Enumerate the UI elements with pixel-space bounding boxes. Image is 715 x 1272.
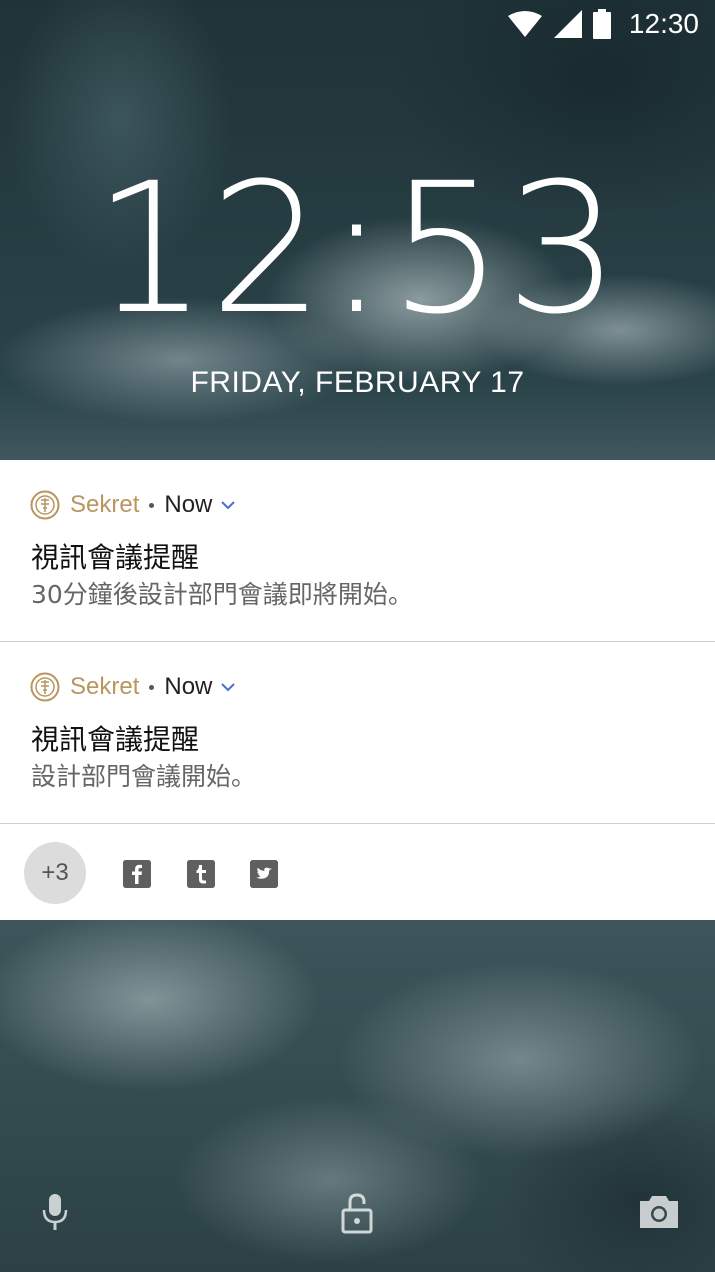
notification-time: Now xyxy=(164,673,213,700)
overflow-count-badge[interactable]: +3 xyxy=(24,842,86,904)
lock-date: FRIDAY, FEBRUARY 17 xyxy=(190,366,525,399)
lock-clock: 12:53 xyxy=(93,145,622,354)
lock-screen: 12:30 12:53 FRIDAY, FEBRUARY 17 Sekret N… xyxy=(0,0,715,1272)
tumblr-icon[interactable] xyxy=(187,860,215,888)
status-time: 12:30 xyxy=(628,8,699,39)
notification-body: 設計部門會議開始。 xyxy=(31,762,257,791)
sekret-app-icon xyxy=(30,490,60,520)
notification-shelf[interactable]: +3 xyxy=(0,824,715,920)
lockscreen-affordances xyxy=(0,1192,715,1242)
separator-dot xyxy=(149,502,155,508)
separator-dot xyxy=(149,684,155,690)
battery-icon xyxy=(592,9,611,39)
app-name: Sekret xyxy=(70,673,140,700)
notification-header: Sekret Now xyxy=(30,672,236,702)
chevron-down-icon[interactable] xyxy=(220,499,236,511)
app-name: Sekret xyxy=(70,491,140,518)
notification-body: 30分鐘後設計部門會議即將開始。 xyxy=(31,580,413,609)
notification-list: Sekret Now 視訊會議提醒 30分鐘後設計部門會議即將開始。 Sekre… xyxy=(0,460,715,920)
status-bar: 12:30 xyxy=(0,0,715,48)
notification-title: 視訊會議提醒 xyxy=(31,541,200,574)
cell-signal-icon xyxy=(553,10,582,38)
microphone-icon[interactable] xyxy=(40,1192,70,1232)
chevron-down-icon[interactable] xyxy=(220,681,236,693)
wifi-icon xyxy=(507,11,542,37)
notification-title: 視訊會議提醒 xyxy=(31,723,200,756)
notification-time: Now xyxy=(164,491,213,518)
camera-icon[interactable] xyxy=(638,1192,680,1230)
notification-card[interactable]: Sekret Now 視訊會議提醒 設計部門會議開始。 xyxy=(0,642,715,824)
twitter-icon[interactable] xyxy=(250,860,278,888)
sekret-app-icon xyxy=(30,672,60,702)
facebook-icon[interactable] xyxy=(123,860,151,888)
notification-card[interactable]: Sekret Now 視訊會議提醒 30分鐘後設計部門會議即將開始。 xyxy=(0,460,715,642)
unlock-icon[interactable] xyxy=(340,1192,374,1234)
notification-header: Sekret Now xyxy=(30,490,236,520)
